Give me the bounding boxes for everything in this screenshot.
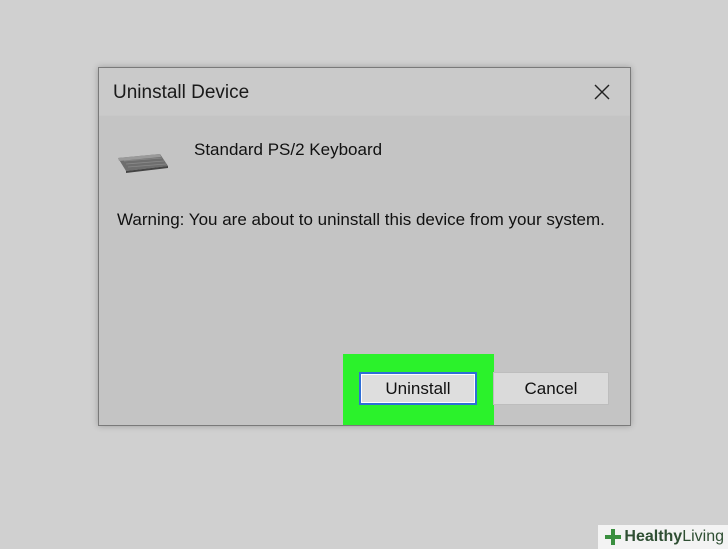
dialog-title: Uninstall Device: [113, 82, 250, 103]
keyboard-icon: [118, 154, 168, 173]
watermark-brand-light: Living: [682, 528, 724, 545]
watermark: Healthy Living: [598, 525, 728, 549]
dialog-titlebar[interactable]: Uninstall Device: [99, 68, 630, 115]
device-name: Standard PS/2 Keyboard: [194, 140, 383, 159]
close-icon: [594, 84, 610, 100]
warning-message: Warning: You are about to uninstall this…: [117, 210, 605, 229]
uninstall-button[interactable]: Uninstall: [359, 372, 477, 405]
watermark-brand-bold: Healthy: [624, 528, 683, 545]
close-button[interactable]: [574, 68, 630, 115]
plus-leaf-icon: [605, 529, 622, 545]
cancel-button[interactable]: Cancel: [493, 372, 609, 405]
